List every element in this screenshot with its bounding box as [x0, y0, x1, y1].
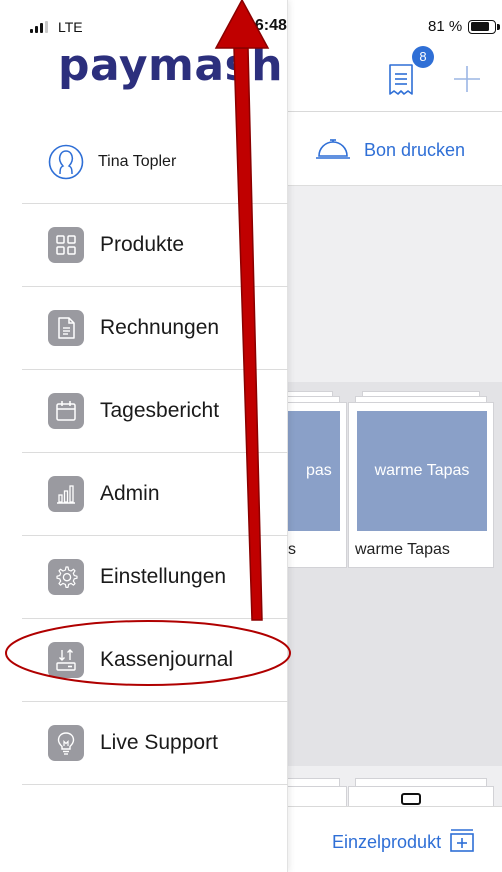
bar-chart-icon [48, 476, 84, 512]
lightbulb-icon [48, 725, 84, 761]
product-tile[interactable]: warme Tapas warme Tapas [348, 402, 494, 568]
battery-icon [468, 19, 501, 34]
menu-item-live-support[interactable]: Live Support [22, 702, 288, 785]
single-product-button[interactable]: Einzelprodukt [332, 822, 475, 862]
battery-percent: 81 % [428, 18, 463, 35]
print-receipt-button[interactable]: Bon drucken [314, 130, 465, 170]
grid-icon [48, 227, 84, 263]
menu-item-label: Live Support [100, 731, 218, 754]
service-bell-icon [314, 134, 352, 167]
product-tile-name: warme Tapas [355, 541, 450, 558]
status-bar-left: LTE [30, 19, 83, 35]
battery-indicator: 81 % [428, 18, 501, 35]
print-receipt-label: Bon drucken [364, 139, 466, 160]
signal-icon [30, 21, 48, 33]
red-arrow-annotation [214, 0, 270, 621]
product-tile-name: s [288, 541, 296, 558]
user-name: Tina Topler [98, 152, 177, 170]
product-tile-image: warme Tapas [357, 411, 487, 531]
gear-icon [48, 559, 84, 595]
receipt-count-badge: 8 [412, 46, 434, 68]
add-box-icon [449, 827, 475, 858]
rectangle-icon [401, 793, 421, 805]
product-tile[interactable] [348, 786, 494, 808]
product-tile-image-text: warme Tapas [374, 462, 470, 479]
user-avatar-icon [48, 144, 84, 180]
menu-item-label: Admin [100, 482, 160, 505]
menu-item-label: Produkte [100, 233, 185, 256]
product-tile-image-text: pas [306, 462, 332, 479]
plus-icon[interactable] [452, 64, 482, 94]
calendar-icon [48, 393, 84, 429]
carrier-label: LTE [58, 19, 83, 35]
document-icon [48, 310, 84, 346]
receipt-icon[interactable] [388, 64, 414, 96]
tile-stack-edge [355, 778, 487, 786]
single-product-label: Einzelprodukt [332, 831, 442, 852]
